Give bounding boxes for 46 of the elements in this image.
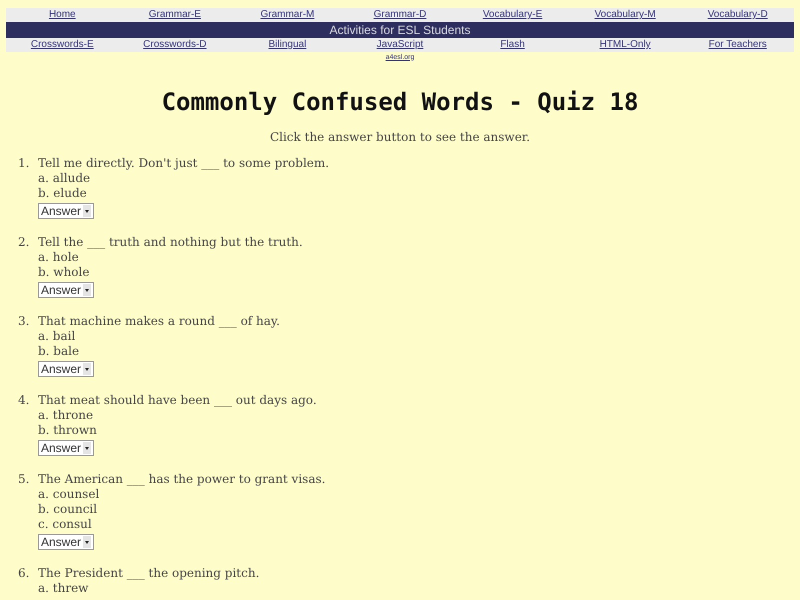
nav-link[interactable]: Flash [500,39,525,51]
answer-option: b. whole [38,265,90,280]
nav-link[interactable]: Crosswords-D [143,39,207,51]
question-text: That meat should have been ___ out days ago. [38,393,317,408]
page-title: Commonly Confused Words - Quiz 18 [160,88,640,116]
answer-option: a. counsel [38,487,100,502]
nav-link[interactable]: Grammar-E [148,9,201,21]
answer-option: a. bail [38,329,76,344]
answer-option: b. council [38,502,98,517]
answer-dropdown[interactable]: Answer [38,282,94,298]
nav-link[interactable]: Grammar-M [260,9,314,21]
question-number: 5. [18,472,30,488]
answer-dropdown[interactable]: Answer [38,203,94,219]
question-number: 6. [18,566,30,582]
nav-link[interactable]: Bilingual [268,39,306,51]
banner: Activities for ESL Students [6,22,794,38]
nav-link[interactable]: Home [48,9,76,21]
answer-option: b. bale [38,344,80,359]
nav-link[interactable]: For Teachers [708,39,767,51]
answer-dropdown[interactable]: Answer [38,534,94,550]
nav-link[interactable]: JavaScript [376,39,424,51]
nav-link[interactable]: Crosswords-E [30,39,94,51]
answer-option: b. elude [38,186,87,201]
question-text: Tell the ___ truth and nothing but the truth. [38,235,303,250]
question-number: 4. [18,393,30,409]
question-text: That machine makes a round ___ of hay. [38,314,280,329]
nav-link[interactable]: Vocabulary-M [594,9,656,21]
question-text: Tell me directly. Don't just ___ to some problem. [38,156,330,171]
question-number: 2. [18,235,30,251]
answer-option: a. allude [38,171,90,186]
answer-dropdown[interactable]: Answer [38,440,94,456]
question-number: 1. [18,156,30,172]
nav-link[interactable]: Vocabulary-E [482,9,542,21]
answer-option: a. threw [38,581,88,596]
nav-link[interactable]: HTML-Only [600,39,651,51]
answer-option: a. throne [38,408,94,423]
answer-dropdown[interactable]: Answer [38,361,94,377]
answer-option: a. hole [38,250,79,265]
nav-link[interactable]: Grammar-D [374,9,426,21]
instructions: Click the answer button to see the answer. [268,130,532,144]
question-text: The American ___ has the power to grant visas. [38,472,326,487]
answer-option: c. consul [38,517,92,532]
answer-option: b. thrown [38,423,97,438]
nav-link[interactable]: Vocabulary-D [708,9,768,21]
question-text: The President ___ the opening pitch. [38,566,260,581]
question-number: 3. [18,314,30,330]
